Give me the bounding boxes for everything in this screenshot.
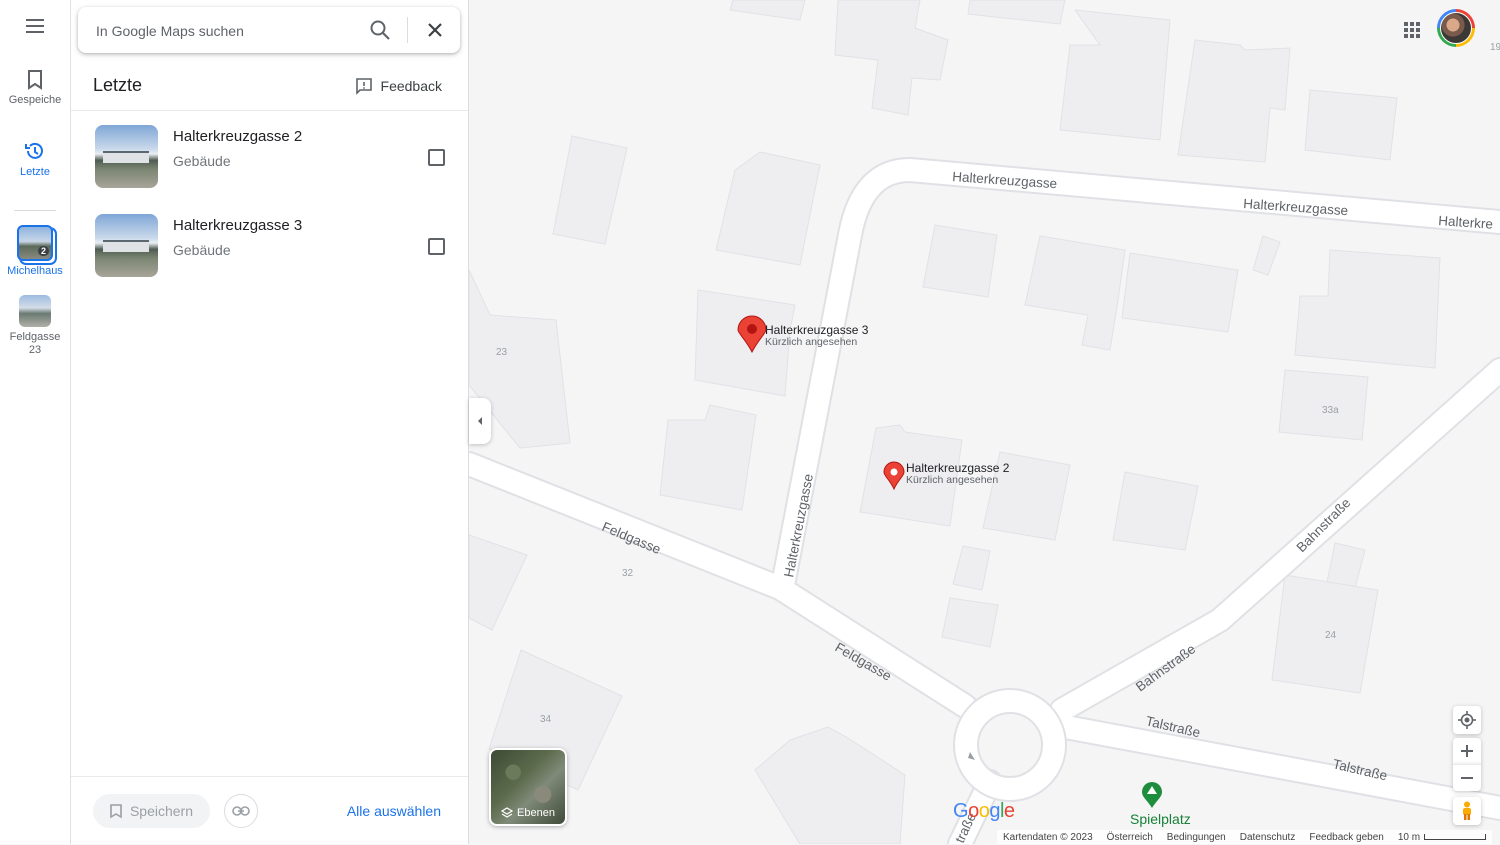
rail-recent-michelhaus[interactable]: 2 Michelhaus (0, 225, 70, 277)
item-subtitle: Gebäude (173, 242, 231, 258)
save-label: Speichern (129, 803, 194, 819)
select-all-button[interactable]: Alle auswählen (347, 803, 441, 819)
country-link[interactable]: Österreich (1107, 832, 1153, 843)
item-checkbox[interactable] (428, 238, 445, 255)
bookmark-icon (28, 70, 42, 90)
avatar[interactable] (1437, 9, 1475, 47)
pin-title: Halterkreuzgasse 2 (906, 461, 1010, 475)
house-number: 23 (496, 347, 508, 358)
buildings (469, 0, 1441, 844)
place-photo (95, 214, 158, 277)
michelhaus-thumbnail: 2 (17, 225, 53, 261)
scale-label: 10 m (1397, 831, 1421, 843)
street-view-pegman-button[interactable] (1453, 797, 1481, 825)
apps-grid-icon[interactable] (1400, 18, 1424, 42)
search-icon[interactable] (369, 19, 391, 41)
item-checkbox[interactable] (428, 149, 445, 166)
search-divider (407, 17, 408, 43)
recent-label: Letzte (20, 166, 50, 178)
minus-icon (1461, 777, 1473, 779)
collapse-panel-button[interactable] (469, 398, 491, 444)
send-feedback-link[interactable]: Feedback geben (1309, 832, 1384, 843)
layers-label-row: Ebenen (491, 807, 565, 819)
side-panel: Letzte Feedback Halterkreuzgasse 2 Gebäu… (71, 0, 469, 844)
pin-subtitle: Kürzlich angesehen (906, 474, 999, 486)
feedback-button[interactable]: Feedback (355, 77, 442, 95)
house-number: 19 (1490, 42, 1500, 53)
recent-header: Letzte Feedback (71, 64, 468, 111)
zoom-out-button[interactable] (1453, 764, 1481, 791)
saved-label: Gespeiche (8, 94, 62, 106)
rail-recent-label: Michelhaus (7, 265, 63, 277)
menu-button[interactable] (0, 18, 70, 38)
save-button[interactable]: Speichern (93, 794, 210, 828)
count-badge: 2 (37, 246, 49, 256)
chevron-left-icon (478, 417, 482, 425)
rail-divider (14, 210, 56, 211)
feedback-icon (355, 78, 372, 95)
bookmark-icon (110, 803, 122, 818)
recent-list-item[interactable]: Halterkreuzgasse 2 Gebäude (71, 125, 468, 214)
map-tiles: Halterkreuzgasse Halterkreuzgasse Halter… (469, 0, 1500, 844)
zoom-in-button[interactable] (1453, 738, 1481, 764)
place-photo (95, 125, 158, 188)
search-input[interactable] (94, 7, 348, 55)
item-title: Halterkreuzgasse 2 (173, 128, 303, 145)
link-icon (232, 806, 250, 816)
nav-rail: Gespeiche Letzte 2 Michelhaus Feldgasse … (0, 0, 71, 844)
map-canvas[interactable]: Halterkreuzgasse Halterkreuzgasse Halter… (469, 0, 1500, 844)
map-data-credit: Kartendaten © 2023 (1003, 831, 1093, 843)
plus-icon (1461, 745, 1473, 757)
feedback-label: Feedback (380, 78, 442, 94)
crosshair-icon (1458, 711, 1476, 729)
rail-recent-feldgasse[interactable]: Feldgasse 23 (0, 295, 70, 357)
layers-label: Ebenen (517, 807, 555, 819)
house-number: 34 (540, 714, 552, 725)
roundabout-center (985, 720, 1035, 770)
recent-list-item[interactable]: Halterkreuzgasse 3 Gebäude (71, 214, 468, 303)
panel-footer: Speichern Alle auswählen (71, 776, 468, 845)
scale-control[interactable]: 10 m (1397, 831, 1487, 843)
terms-link[interactable]: Bedingungen (1167, 832, 1226, 843)
scale-bar (1424, 833, 1487, 840)
house-number: 32 (622, 568, 634, 579)
close-icon[interactable] (424, 19, 446, 41)
item-title: Halterkreuzgasse 3 (173, 217, 303, 234)
search-box (78, 7, 460, 55)
hamburger-menu-icon (26, 19, 44, 33)
panel-title: Letzte (93, 75, 143, 95)
pin-label[interactable]: Halterkreuzgasse 3 Kürzlich angesehen (765, 324, 868, 348)
my-location-button[interactable] (1453, 706, 1481, 734)
google-logo: Google (953, 800, 1015, 822)
pegman-icon (1463, 801, 1471, 820)
saved-button[interactable]: Gespeiche (0, 70, 70, 106)
pin-subtitle: Kürzlich angesehen (765, 336, 858, 348)
privacy-link[interactable]: Datenschutz (1240, 832, 1296, 843)
house-number: 33a (1322, 405, 1339, 416)
playground-poi-icon[interactable] (1142, 782, 1162, 808)
history-icon (25, 142, 43, 159)
map-attribution: Kartendaten © 2023 Österreich Bedingunge… (997, 830, 1493, 844)
house-number: 24 (1325, 630, 1337, 641)
rail-recent-label: Feldgasse 23 (9, 331, 61, 356)
feldgasse-thumbnail (19, 295, 51, 327)
recent-button[interactable]: Letzte (0, 140, 70, 178)
pin-title: Halterkreuzgasse 3 (765, 323, 869, 337)
pin-label[interactable]: Halterkreuzgasse 2 Kürzlich angesehen (906, 462, 1009, 486)
item-subtitle: Gebäude (173, 153, 231, 169)
layers-icon (501, 807, 514, 818)
layers-button[interactable]: Ebenen (489, 748, 567, 826)
share-link-button[interactable] (224, 794, 258, 828)
poi-label[interactable]: Spielplatz (1130, 811, 1191, 827)
